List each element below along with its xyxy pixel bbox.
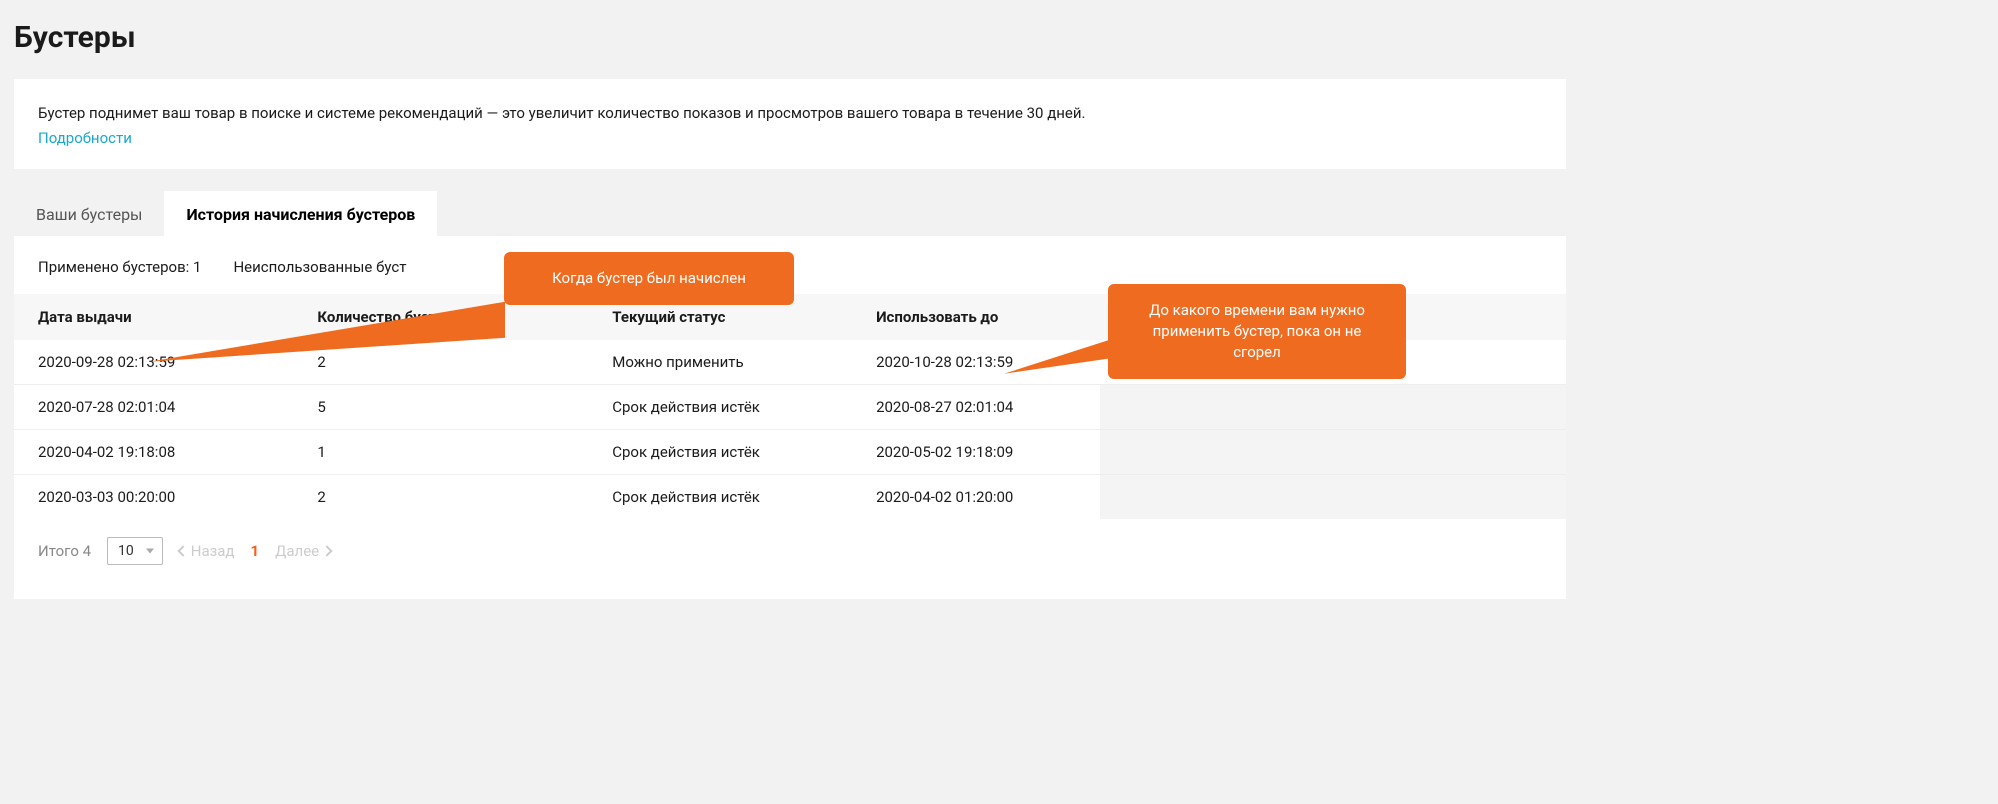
prev-button[interactable]: Назад <box>179 542 235 560</box>
table-row: 2020-03-03 00:20:00 2 Срок действия истё… <box>14 474 1566 519</box>
page-title: Бустеры <box>14 20 1566 55</box>
unused-boosters: Неиспользованные буст <box>233 258 406 276</box>
cell-count: 5 <box>293 384 588 429</box>
total-count: 4 <box>83 542 91 560</box>
cell-issue-date: 2020-04-02 19:18:08 <box>14 429 293 474</box>
page-current[interactable]: 1 <box>251 542 260 560</box>
applied-count: 1 <box>193 258 201 276</box>
cell-status: Срок действия истёк <box>588 384 852 429</box>
next-button[interactable]: Далее <box>275 542 331 560</box>
cell-comment <box>1100 429 1566 474</box>
cell-status: Можно применить <box>588 340 852 385</box>
cell-issue-date: 2020-07-28 02:01:04 <box>14 384 293 429</box>
tab-history[interactable]: История начисления бустеров <box>164 191 437 236</box>
tab-your-boosters[interactable]: Ваши бустеры <box>14 191 164 236</box>
table-row: 2020-07-28 02:01:04 5 Срок действия истё… <box>14 384 1566 429</box>
cell-comment <box>1100 384 1566 429</box>
cell-status: Срок действия истёк <box>588 429 852 474</box>
col-use-before: Использовать до <box>852 294 1100 340</box>
prev-label: Назад <box>191 542 235 560</box>
applied-label: Применено бустеров: <box>38 258 189 276</box>
col-issue-date: Дата выдачи <box>14 294 293 340</box>
table-row: 2020-04-02 19:18:08 1 Срок действия истё… <box>14 429 1566 474</box>
cell-use-before: 2020-08-27 02:01:04 <box>852 384 1100 429</box>
panel: Применено бустеров: 1 Неиспользованные б… <box>14 236 1566 599</box>
total-label: Итого <box>38 542 79 560</box>
per-page-select[interactable]: 10 <box>107 537 163 565</box>
next-label: Далее <box>275 542 319 560</box>
chevron-right-icon <box>321 545 332 556</box>
cell-use-before: 2020-04-02 01:20:00 <box>852 474 1100 519</box>
details-link[interactable]: Подробности <box>38 129 132 147</box>
cell-comment <box>1100 474 1566 519</box>
cell-status: Срок действия истёк <box>588 474 852 519</box>
info-text: Бустер поднимет ваш товар в поиске и сис… <box>38 103 1542 125</box>
total: Итого 4 <box>38 542 91 560</box>
cell-count: 1 <box>293 429 588 474</box>
tabs: Ваши бустеры История начисления бустеров <box>14 191 1566 236</box>
callout-use-before: До какого времени вам нужно применить бу… <box>1108 284 1406 379</box>
info-card: Бустер поднимет ваш товар в поиске и сис… <box>14 79 1566 169</box>
cell-use-before: 2020-05-02 19:18:09 <box>852 429 1100 474</box>
cell-issue-date: 2020-03-03 00:20:00 <box>14 474 293 519</box>
callout-issued: Когда бустер был начислен <box>504 252 794 305</box>
chevron-left-icon <box>177 545 188 556</box>
cell-count: 2 <box>293 474 588 519</box>
applied-boosters: Применено бустеров: 1 <box>38 258 201 276</box>
pager: Итого 4 10 Назад 1 Далее <box>14 519 1566 565</box>
